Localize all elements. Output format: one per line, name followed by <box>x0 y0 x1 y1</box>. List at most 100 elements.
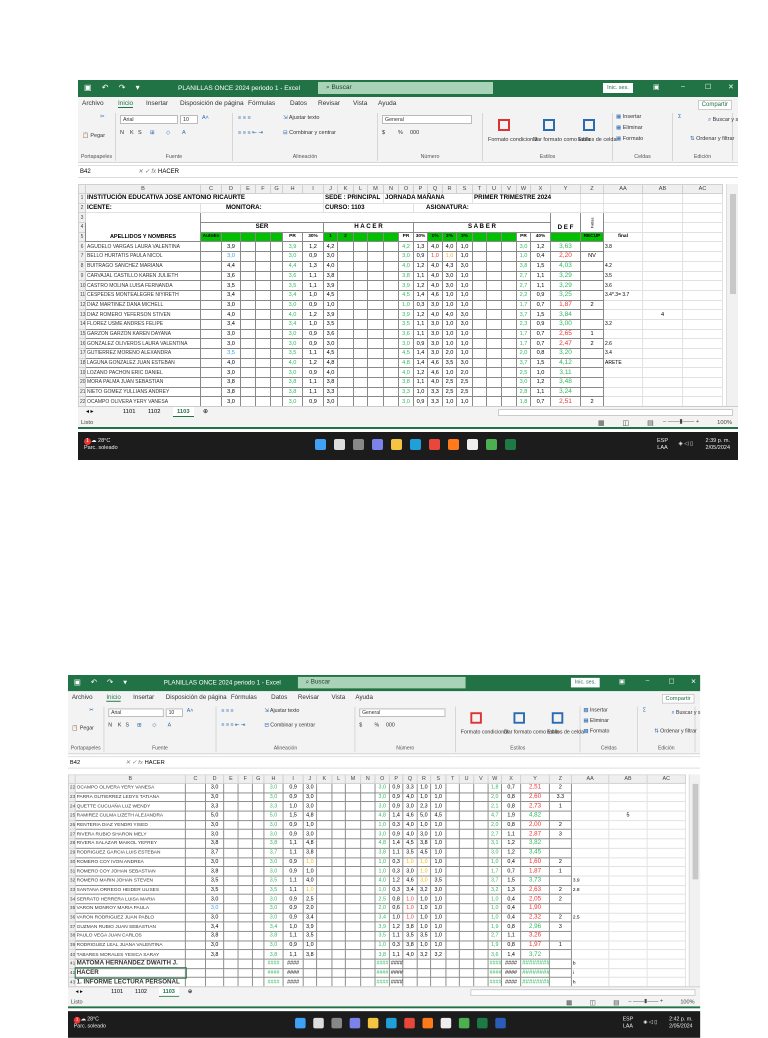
grade-q[interactable]: 3,0 <box>402 801 418 812</box>
grade-j[interactable]: 4,0 <box>323 367 338 379</box>
column-header[interactable]: E <box>240 184 256 194</box>
grade-y[interactable]: 3,26 <box>520 930 550 942</box>
grade-y[interactable]: 1,60 <box>520 856 550 868</box>
format-cells-button[interactable]: ▦ Formato <box>583 728 609 734</box>
grade-j[interactable]: 3,0 <box>302 792 318 803</box>
grade-r[interactable]: 2,5 <box>442 377 457 388</box>
insert-cells-button[interactable]: ▦ Insertar <box>583 707 607 713</box>
grade-h[interactable]: 3,0 <box>263 829 284 840</box>
grade-aa[interactable]: 3.9 <box>570 875 610 886</box>
grade-o[interactable]: 1,0 <box>374 866 390 877</box>
grade-s[interactable]: 3,5 <box>430 875 447 886</box>
grade-j[interactable]: 3,0 <box>302 801 318 812</box>
grade-q[interactable]: 4,0 <box>427 377 443 388</box>
grade-s[interactable]: 1,0 <box>456 251 473 262</box>
font-color-icon[interactable]: A <box>182 130 186 136</box>
grade-h[interactable]: 3,8 <box>282 377 303 388</box>
grade-h[interactable]: 4,0 <box>282 309 303 320</box>
grade-h[interactable]: 3,0 <box>263 792 284 803</box>
grade-ab[interactable] <box>642 367 683 379</box>
grade-w[interactable]: 2,0 <box>487 819 502 831</box>
student-name[interactable]: SERRATO HERRERA LUISA MARIA <box>74 893 186 905</box>
grade-j[interactable]: 4,2 <box>323 241 338 253</box>
grade-p[interactable]: 0,9 <box>388 829 404 840</box>
scroll-thumb[interactable] <box>730 194 736 294</box>
formula-input[interactable]: HACER <box>158 169 179 175</box>
grade-q[interactable]: 4,0 <box>402 949 418 960</box>
grade-r[interactable]: 1,0 <box>416 912 432 923</box>
row-number[interactable]: 1 <box>78 193 86 204</box>
grade-o[interactable]: 1,0 <box>398 299 414 311</box>
grade-z[interactable]: 2 <box>548 819 572 831</box>
grade-q[interactable]: 3,0 <box>427 328 443 340</box>
grade-p[interactable]: 1,4 <box>388 838 404 849</box>
grade-z[interactable] <box>548 949 572 960</box>
grade-h[interactable]: 3,0 <box>263 782 284 794</box>
grade-aa[interactable] <box>570 866 610 877</box>
grade-s[interactable]: 1,0 <box>430 792 447 803</box>
hacer-header[interactable]: H A C E R <box>323 222 414 233</box>
student-name[interactable]: MATOMA HERNANDEZ DWAITH J. <box>74 958 186 969</box>
borders-icon[interactable]: ⊞ <box>150 130 155 136</box>
grade-w[interactable]: 2,7 <box>516 280 531 291</box>
grade-w[interactable]: 1,9 <box>487 921 502 932</box>
thousands-button[interactable]: 000 <box>386 723 395 729</box>
name-box[interactable]: B42 <box>70 760 80 766</box>
tab-inicio[interactable]: Inicio <box>118 100 134 108</box>
subheader-p40[interactable]: 40% <box>530 231 551 243</box>
grade-j[interactable]: 2,0 <box>302 903 318 914</box>
grade-p[interactable]: 1,2 <box>388 875 404 886</box>
grade-h[interactable]: 3,0 <box>263 819 284 831</box>
grade-d[interactable]: 3,0 <box>204 912 225 923</box>
column-header[interactable]: S <box>456 184 473 194</box>
student-name[interactable]: GUTIERREZ MORENO ALEXANDRA <box>85 348 201 359</box>
autosum-icon[interactable]: Σ <box>678 114 681 120</box>
grade-y[interactable]: 3,24 <box>550 386 581 398</box>
grade-ab[interactable] <box>608 930 648 942</box>
grade-j[interactable]: 1,0 <box>302 866 318 877</box>
column-header[interactable]: B <box>74 774 186 784</box>
grade-h[interactable]: 3,0 <box>282 338 303 349</box>
grade-y[interactable]: 2,00 <box>520 819 550 831</box>
minimize-icon[interactable]: – <box>681 83 685 90</box>
excel-icon[interactable] <box>505 439 516 450</box>
grade-aa[interactable] <box>570 949 610 960</box>
row-number[interactable]: 38 <box>68 930 76 942</box>
grade-r[interactable]: 3,0 <box>442 270 457 282</box>
grade-j[interactable]: 3,8 <box>323 270 338 282</box>
row-number[interactable]: 22 <box>68 782 76 794</box>
grade-aa[interactable]: 3.5 <box>603 270 643 282</box>
system-clock[interactable]: 2:39 p. m. 2/05/2024 <box>706 438 730 452</box>
grade-z[interactable] <box>580 386 604 398</box>
grade-y[interactable]: 3,29 <box>550 270 581 282</box>
add-sheet-icon[interactable]: ⊕ <box>188 989 193 995</box>
student-name[interactable]: RIVERA SALAZAR MAIKOL YEFREY <box>74 838 186 849</box>
word-icon[interactable] <box>495 1017 506 1029</box>
grade-o[interactable]: 3,8 <box>398 377 414 388</box>
delete-cells-button[interactable]: ▦ Eliminar <box>583 718 608 724</box>
grade-o[interactable]: 3,4 <box>374 912 390 923</box>
ser-header[interactable]: SER <box>200 222 324 233</box>
grade-aa[interactable] <box>603 396 643 406</box>
sort-filter-button[interactable]: ⇅ Ordenar y filtrar <box>654 728 696 734</box>
student-name[interactable]: GARZON GARZON KAREN DAYANA <box>85 328 201 340</box>
grade-d[interactable]: 3,8 <box>204 949 225 960</box>
conditional-format-button[interactable]: Formato condicional <box>488 137 538 143</box>
grade-d[interactable] <box>204 958 225 969</box>
row-number[interactable]: 24 <box>68 801 76 812</box>
grade-w[interactable]: 2,0 <box>487 792 502 803</box>
grade-q[interactable] <box>402 977 418 987</box>
column-header[interactable]: S <box>430 774 447 784</box>
curso-label[interactable]: CURSO: 1103 <box>323 202 414 214</box>
student-name[interactable]: RENTERIA DIAZ YENDRI YISED <box>74 819 186 831</box>
grade-z[interactable] <box>580 280 604 291</box>
row-number[interactable]: 10 <box>78 280 86 291</box>
search-box[interactable]: ⌕ Buscar <box>297 676 466 689</box>
chrome-profile-icon[interactable] <box>486 439 497 450</box>
grade-x[interactable]: 0,7 <box>530 338 551 349</box>
grade-ab[interactable] <box>608 958 648 969</box>
grade-p[interactable]: 0,6 <box>388 903 404 914</box>
grade-i[interactable]: 0,9 <box>282 792 304 803</box>
search-box[interactable]: ⌕ Buscar <box>318 82 493 94</box>
close-icon[interactable]: ✕ <box>728 83 734 91</box>
